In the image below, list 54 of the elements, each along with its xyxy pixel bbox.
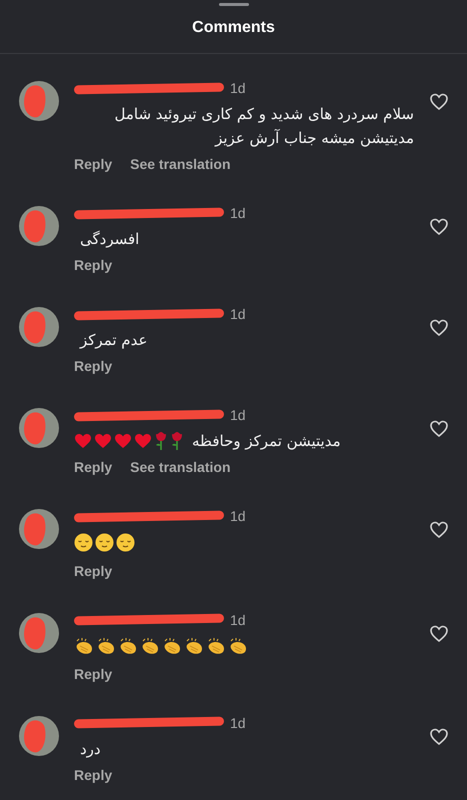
like-heart-icon[interactable] (429, 92, 449, 112)
clapping-hands-icon (118, 636, 138, 654)
like-heart-icon[interactable] (429, 624, 449, 644)
comment-time: 1d (230, 407, 246, 423)
see-translation-link[interactable]: See translation (130, 155, 230, 173)
rose-icon (154, 431, 168, 451)
comment-time: 1d (230, 205, 246, 221)
comment-time: 1d (230, 80, 246, 96)
rose-icon (170, 431, 184, 451)
like-heart-icon[interactable] (429, 520, 449, 540)
comment-time: 1d (230, 508, 246, 524)
heart-emoji-icon (94, 433, 112, 449)
relieved-face-icon (95, 532, 114, 552)
drag-handle[interactable] (218, 3, 248, 6)
redacted-avatar[interactable] (18, 80, 60, 122)
heart-emoji-icon (134, 433, 152, 449)
clapping-hands-icon (140, 636, 160, 654)
heart-emoji-icon (114, 433, 132, 449)
comment-text: عدم تمرکز (80, 330, 148, 351)
like-heart-icon[interactable] (429, 419, 449, 439)
redacted-avatar[interactable] (18, 205, 60, 247)
comment-time: 1d (230, 714, 246, 730)
reply-link[interactable]: Reply (74, 256, 112, 274)
comment-text: افسردگی (80, 229, 140, 250)
redacted-avatar[interactable] (18, 306, 60, 348)
redacted-avatar[interactable] (18, 714, 60, 756)
redacted-avatar[interactable] (18, 407, 60, 449)
sheet-title: Comments (191, 18, 276, 38)
like-heart-icon[interactable] (429, 217, 449, 237)
clapping-hands-icon (162, 636, 182, 654)
comment-text: درد (80, 738, 101, 760)
comment-time: 1d (230, 612, 246, 628)
like-heart-icon[interactable] (429, 726, 449, 746)
redacted-avatar[interactable] (18, 612, 60, 654)
clapping-hands-icon (206, 636, 226, 654)
like-heart-icon[interactable] (429, 318, 449, 338)
reply-link[interactable]: Reply (74, 664, 112, 682)
reply-link[interactable]: Reply (74, 562, 112, 580)
heart-emoji-icon (74, 433, 92, 449)
see-translation-link[interactable]: See translation (130, 458, 230, 476)
clapping-hands-icon (74, 636, 94, 654)
redacted-avatar[interactable] (18, 508, 60, 550)
relieved-face-icon (74, 532, 93, 552)
relieved-face-icon (116, 532, 135, 552)
clapping-hands-icon (96, 636, 116, 654)
clapping-hands-icon (184, 636, 204, 654)
clapping-hands-icon (228, 636, 248, 654)
comment-text: مدیتیشن تمرکز وحافظه (192, 431, 341, 452)
reply-link[interactable]: Reply (74, 155, 112, 173)
reply-link[interactable]: Reply (74, 357, 112, 375)
comment-text: سلام سردرد های شدید و کم کاری تیروئید شامل مدیتیشن میشه جناب آرش عزیز (113, 104, 414, 149)
reply-link[interactable]: Reply (74, 458, 112, 476)
reply-link[interactable]: Reply (74, 766, 112, 784)
comment-time: 1d (230, 306, 246, 322)
